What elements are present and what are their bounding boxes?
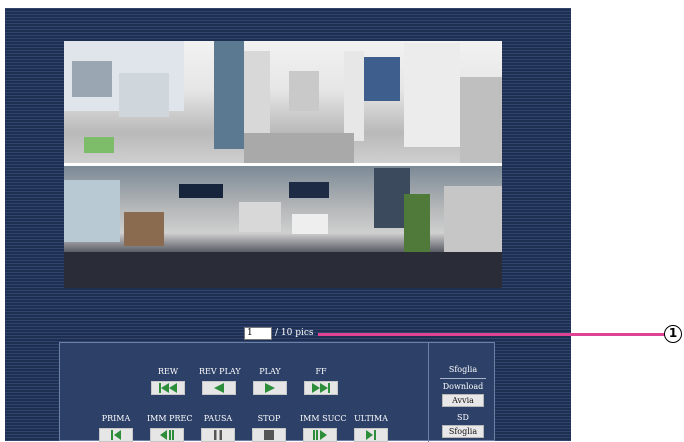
download-section: Download Avvia [428, 382, 498, 407]
avvia-button[interactable]: Avvia [442, 394, 484, 407]
rev-play-button[interactable] [202, 381, 236, 395]
prima-label: PRIMA [101, 414, 131, 423]
frame-number-input[interactable] [244, 326, 272, 340]
ff-button[interactable] [304, 381, 338, 395]
rewind-icon [159, 383, 177, 393]
pausa-button[interactable] [201, 428, 235, 442]
sfoglia-title: Sfoglia [448, 365, 478, 374]
rew-button[interactable] [151, 381, 185, 395]
reverse-play-icon [214, 383, 224, 393]
previous-frame-icon [160, 430, 174, 440]
pausa-control: PAUSA [198, 413, 238, 442]
stop-icon [264, 430, 274, 440]
imm-succ-label: IMM SUCC [300, 414, 347, 423]
rew-control: REW [148, 366, 188, 395]
download-label: Download [442, 382, 484, 391]
ff-control: FF [301, 366, 341, 395]
sfoglia-section: Sfoglia [428, 365, 498, 381]
stop-control: STOP [249, 413, 289, 442]
callout-number: 1 [664, 325, 682, 343]
stop-label: STOP [257, 414, 281, 423]
sfoglia-divider [440, 378, 486, 379]
rew-label: REW [157, 367, 179, 376]
imm-prec-control: IMM PREC [147, 413, 193, 442]
imm-prec-label: IMM PREC [147, 414, 193, 423]
frame-counter: / 10 pics [244, 326, 314, 340]
ultima-button[interactable] [354, 428, 388, 442]
panorama-image-top [64, 41, 502, 163]
prima-control: PRIMA [96, 413, 136, 442]
ff-label: FF [315, 367, 327, 376]
ultima-control: ULTIMA [351, 413, 391, 442]
pausa-label: PAUSA [203, 414, 233, 423]
playback-controls: REW REV PLAY PLAY FF PRIMA IMM PREC PAUS… [59, 342, 498, 442]
frame-total-label: / 10 pics [275, 328, 314, 338]
imm-succ-button[interactable] [303, 428, 337, 442]
imm-succ-control: IMM SUCC [300, 413, 347, 442]
play-control: PLAY [250, 366, 290, 395]
rev-play-label: REV PLAY [199, 367, 241, 376]
callout-line [318, 333, 667, 336]
last-frame-icon [366, 430, 376, 440]
play-button[interactable] [253, 381, 287, 395]
prima-button[interactable] [99, 428, 133, 442]
imm-prec-button[interactable] [150, 428, 184, 442]
fast-forward-icon [312, 383, 330, 393]
sd-sfoglia-button[interactable]: Sfoglia [442, 425, 484, 438]
first-frame-icon [111, 430, 121, 440]
panorama-image-bottom [64, 166, 502, 288]
play-icon [265, 383, 275, 393]
ultima-label: ULTIMA [354, 414, 388, 423]
next-frame-icon [313, 430, 327, 440]
pause-icon [214, 430, 222, 440]
stop-button[interactable] [252, 428, 286, 442]
rev-play-control: REV PLAY [199, 366, 241, 395]
play-label: PLAY [259, 367, 281, 376]
sd-label: SD [457, 413, 469, 422]
sd-section: SD Sfoglia [428, 413, 498, 438]
